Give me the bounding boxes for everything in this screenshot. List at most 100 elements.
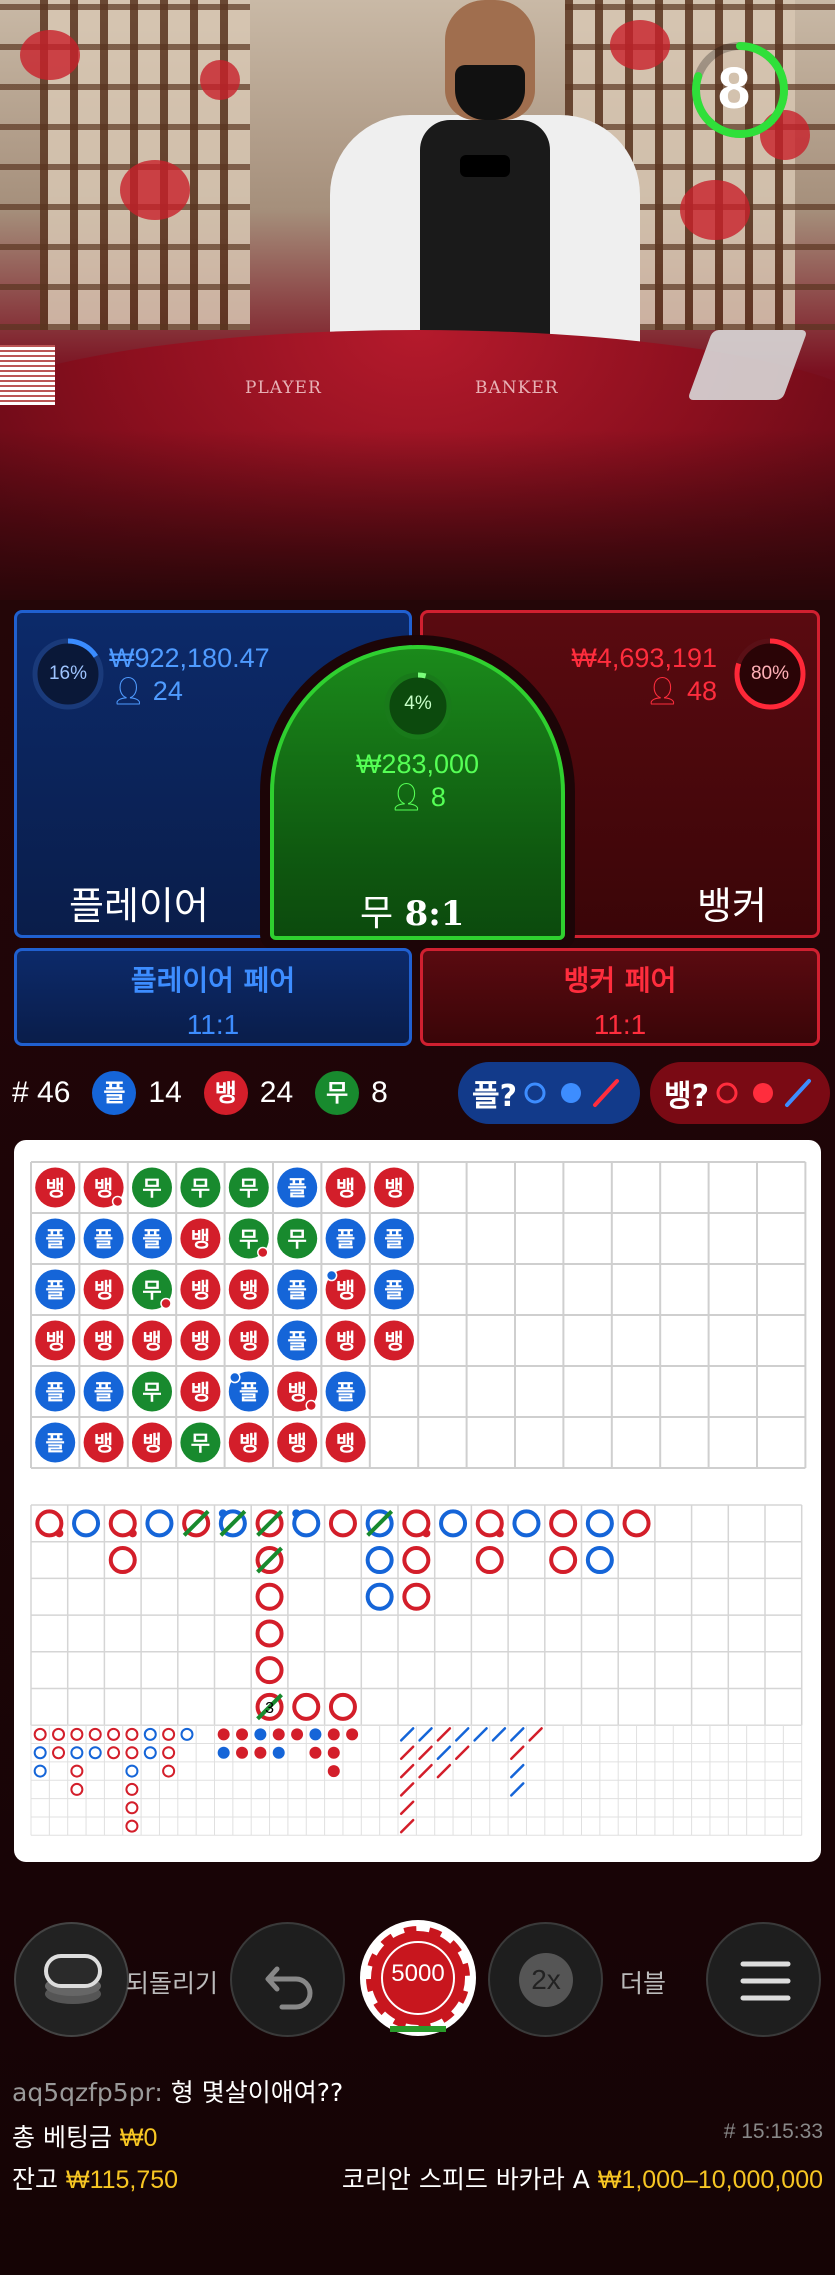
- bead-road-label: 뱅: [94, 1177, 113, 1201]
- bead-road-label: 플: [239, 1381, 258, 1405]
- person-icon: 👤︎: [111, 676, 146, 706]
- cockroach-road-marker: [399, 1745, 415, 1760]
- cockroach-road-marker: [399, 1727, 415, 1742]
- cockroach-road-marker: [528, 1727, 543, 1742]
- balance-value: ₩115,750: [65, 2166, 179, 2194]
- cockroach-road-marker: [399, 1800, 415, 1816]
- banker-total-amount: ₩4,693,191: [571, 643, 717, 673]
- banker-pair-bet-area[interactable]: 뱅커 페어 11:1: [420, 948, 820, 1046]
- big-road-marker: [72, 1509, 101, 1538]
- bead-road-label: 무: [142, 1279, 161, 1303]
- person-icon: 👤︎: [645, 676, 680, 706]
- bead-road-label: 뱅: [239, 1432, 258, 1456]
- bead-road-label: 뱅: [46, 1177, 65, 1201]
- tie-percentage: 4%: [404, 693, 432, 714]
- cockroach-road-marker: [454, 1727, 470, 1742]
- total-bet-label: 총 베팅금: [12, 2123, 112, 2152]
- double-badge: 2x: [519, 1953, 573, 2007]
- hamburger-menu-icon: [740, 1961, 791, 2001]
- bead-road-label: 뱅: [142, 1330, 161, 1354]
- player-pair-bet-area[interactable]: 플레이어 페어 11:1: [14, 948, 412, 1046]
- predict-banker-icons: [716, 1079, 812, 1107]
- big-eye-marker: [33, 1746, 47, 1760]
- table-name: 코리안 스피드 바카라 A: [341, 2165, 590, 2194]
- player-pair-dot: [325, 1269, 338, 1282]
- blossom: [610, 20, 670, 70]
- bead-road-label: 뱅: [239, 1330, 258, 1354]
- bead-road-label: 플: [46, 1381, 65, 1405]
- bead-road-label: 플: [46, 1279, 65, 1303]
- tie-label: 무 8:1: [360, 884, 464, 936]
- player-pair-dot: [218, 1509, 227, 1518]
- bead-road-label: 뱅: [384, 1177, 403, 1201]
- big-road-marker: [549, 1546, 578, 1575]
- countdown-value: 8: [717, 56, 751, 121]
- cockroach-road-marker: [491, 1727, 507, 1742]
- predict-player-icons: [524, 1079, 620, 1107]
- big-eye-marker: [125, 1727, 139, 1741]
- bead-road-label: 무: [288, 1228, 307, 1252]
- cockroach-road-marker: [436, 1745, 452, 1760]
- big-eye-marker: [125, 1801, 139, 1815]
- cockroach-road-marker: [510, 1763, 525, 1779]
- chat-text: 형 몇살이애여??: [170, 2078, 344, 2107]
- banker-bettor-count-value: 48: [686, 676, 717, 706]
- table-banker-text: BANKER: [475, 378, 559, 398]
- banker-percentage: 80%: [750, 663, 790, 684]
- small-road-marker: [217, 1728, 230, 1741]
- banker-pair-dot: [160, 1297, 172, 1310]
- cockroach-road-marker: [436, 1763, 452, 1779]
- chip-value: 5000: [391, 1960, 445, 1987]
- double-button[interactable]: 2x: [488, 1922, 603, 2037]
- big-eye-marker: [143, 1746, 157, 1760]
- tie-win-count: 8: [371, 1076, 388, 1109]
- bead-road-label: 뱅: [384, 1330, 403, 1354]
- banker-pair-dot: [128, 1529, 137, 1538]
- big-eye-marker: [88, 1727, 102, 1741]
- chip-selector[interactable]: 5000: [358, 1918, 478, 2038]
- undo-button[interactable]: [14, 1922, 129, 2037]
- player-bettor-count-value: 24: [152, 676, 183, 706]
- cockroach-road-marker: [510, 1782, 525, 1797]
- predict-player-button[interactable]: 플?: [458, 1062, 640, 1124]
- bead-road-label: 뱅: [94, 1432, 113, 1456]
- bead-road-label: 뱅: [191, 1381, 210, 1405]
- person-icon: 👤︎: [389, 782, 424, 812]
- small-road-marker: [327, 1728, 340, 1741]
- player-pair-odds: 11:1: [186, 1009, 240, 1040]
- player-bettor-count: 👤︎ 24: [111, 675, 183, 707]
- big-road-marker: [549, 1509, 578, 1538]
- big-road-marker: [255, 1619, 284, 1648]
- cockroach-road-marker: [399, 1782, 415, 1797]
- cockroach-road-marker: [399, 1818, 415, 1834]
- bead-road-label: 뱅: [336, 1330, 355, 1354]
- rebet-button[interactable]: [230, 1922, 345, 2037]
- bead-road-label: 플: [336, 1381, 355, 1405]
- banker-pair-dot: [55, 1529, 64, 1538]
- banker-pair-label: 뱅커 페어: [563, 964, 677, 997]
- big-road-marker: [439, 1509, 468, 1538]
- big-road-marker: [108, 1546, 137, 1575]
- round-id: # 15:15:33: [723, 2120, 823, 2143]
- tie-bettor-count-value: 8: [430, 782, 446, 812]
- player-win-badge: 플: [92, 1071, 137, 1115]
- player-win-count: 14: [148, 1076, 182, 1109]
- tie-win-badge: 무: [315, 1071, 360, 1115]
- bead-road-label: 무: [239, 1228, 258, 1252]
- big-eye-marker: [180, 1727, 194, 1741]
- bead-road-label: 플: [142, 1228, 161, 1252]
- bead-road-label: 무: [191, 1177, 210, 1201]
- big-road-marker: [328, 1509, 357, 1538]
- menu-button[interactable]: [706, 1922, 821, 2037]
- bead-road-label: 무: [191, 1432, 210, 1456]
- table-info[interactable]: 코리안 스피드 바카라 A ₩1,000–10,000,000: [342, 2160, 823, 2196]
- small-road-marker: [327, 1765, 340, 1778]
- roadmap-panel[interactable]: 뱅플플뱅플플뱅플뱅뱅플뱅무플무뱅무뱅무뱅뱅뱅뱅무무무뱅뱅플뱅플무플플뱅뱅뱅플뱅뱅…: [14, 1140, 821, 1862]
- blossom: [120, 160, 190, 220]
- tie-bet-area[interactable]: 4% ₩283,000 👤︎ 8 무 8:1: [270, 645, 565, 940]
- predict-banker-button[interactable]: 뱅?: [650, 1062, 830, 1124]
- card-stack: [0, 345, 55, 405]
- banker-win-badge: 뱅: [203, 1071, 248, 1115]
- big-eye-marker: [70, 1782, 84, 1796]
- cockroach-road-marker: [418, 1763, 433, 1779]
